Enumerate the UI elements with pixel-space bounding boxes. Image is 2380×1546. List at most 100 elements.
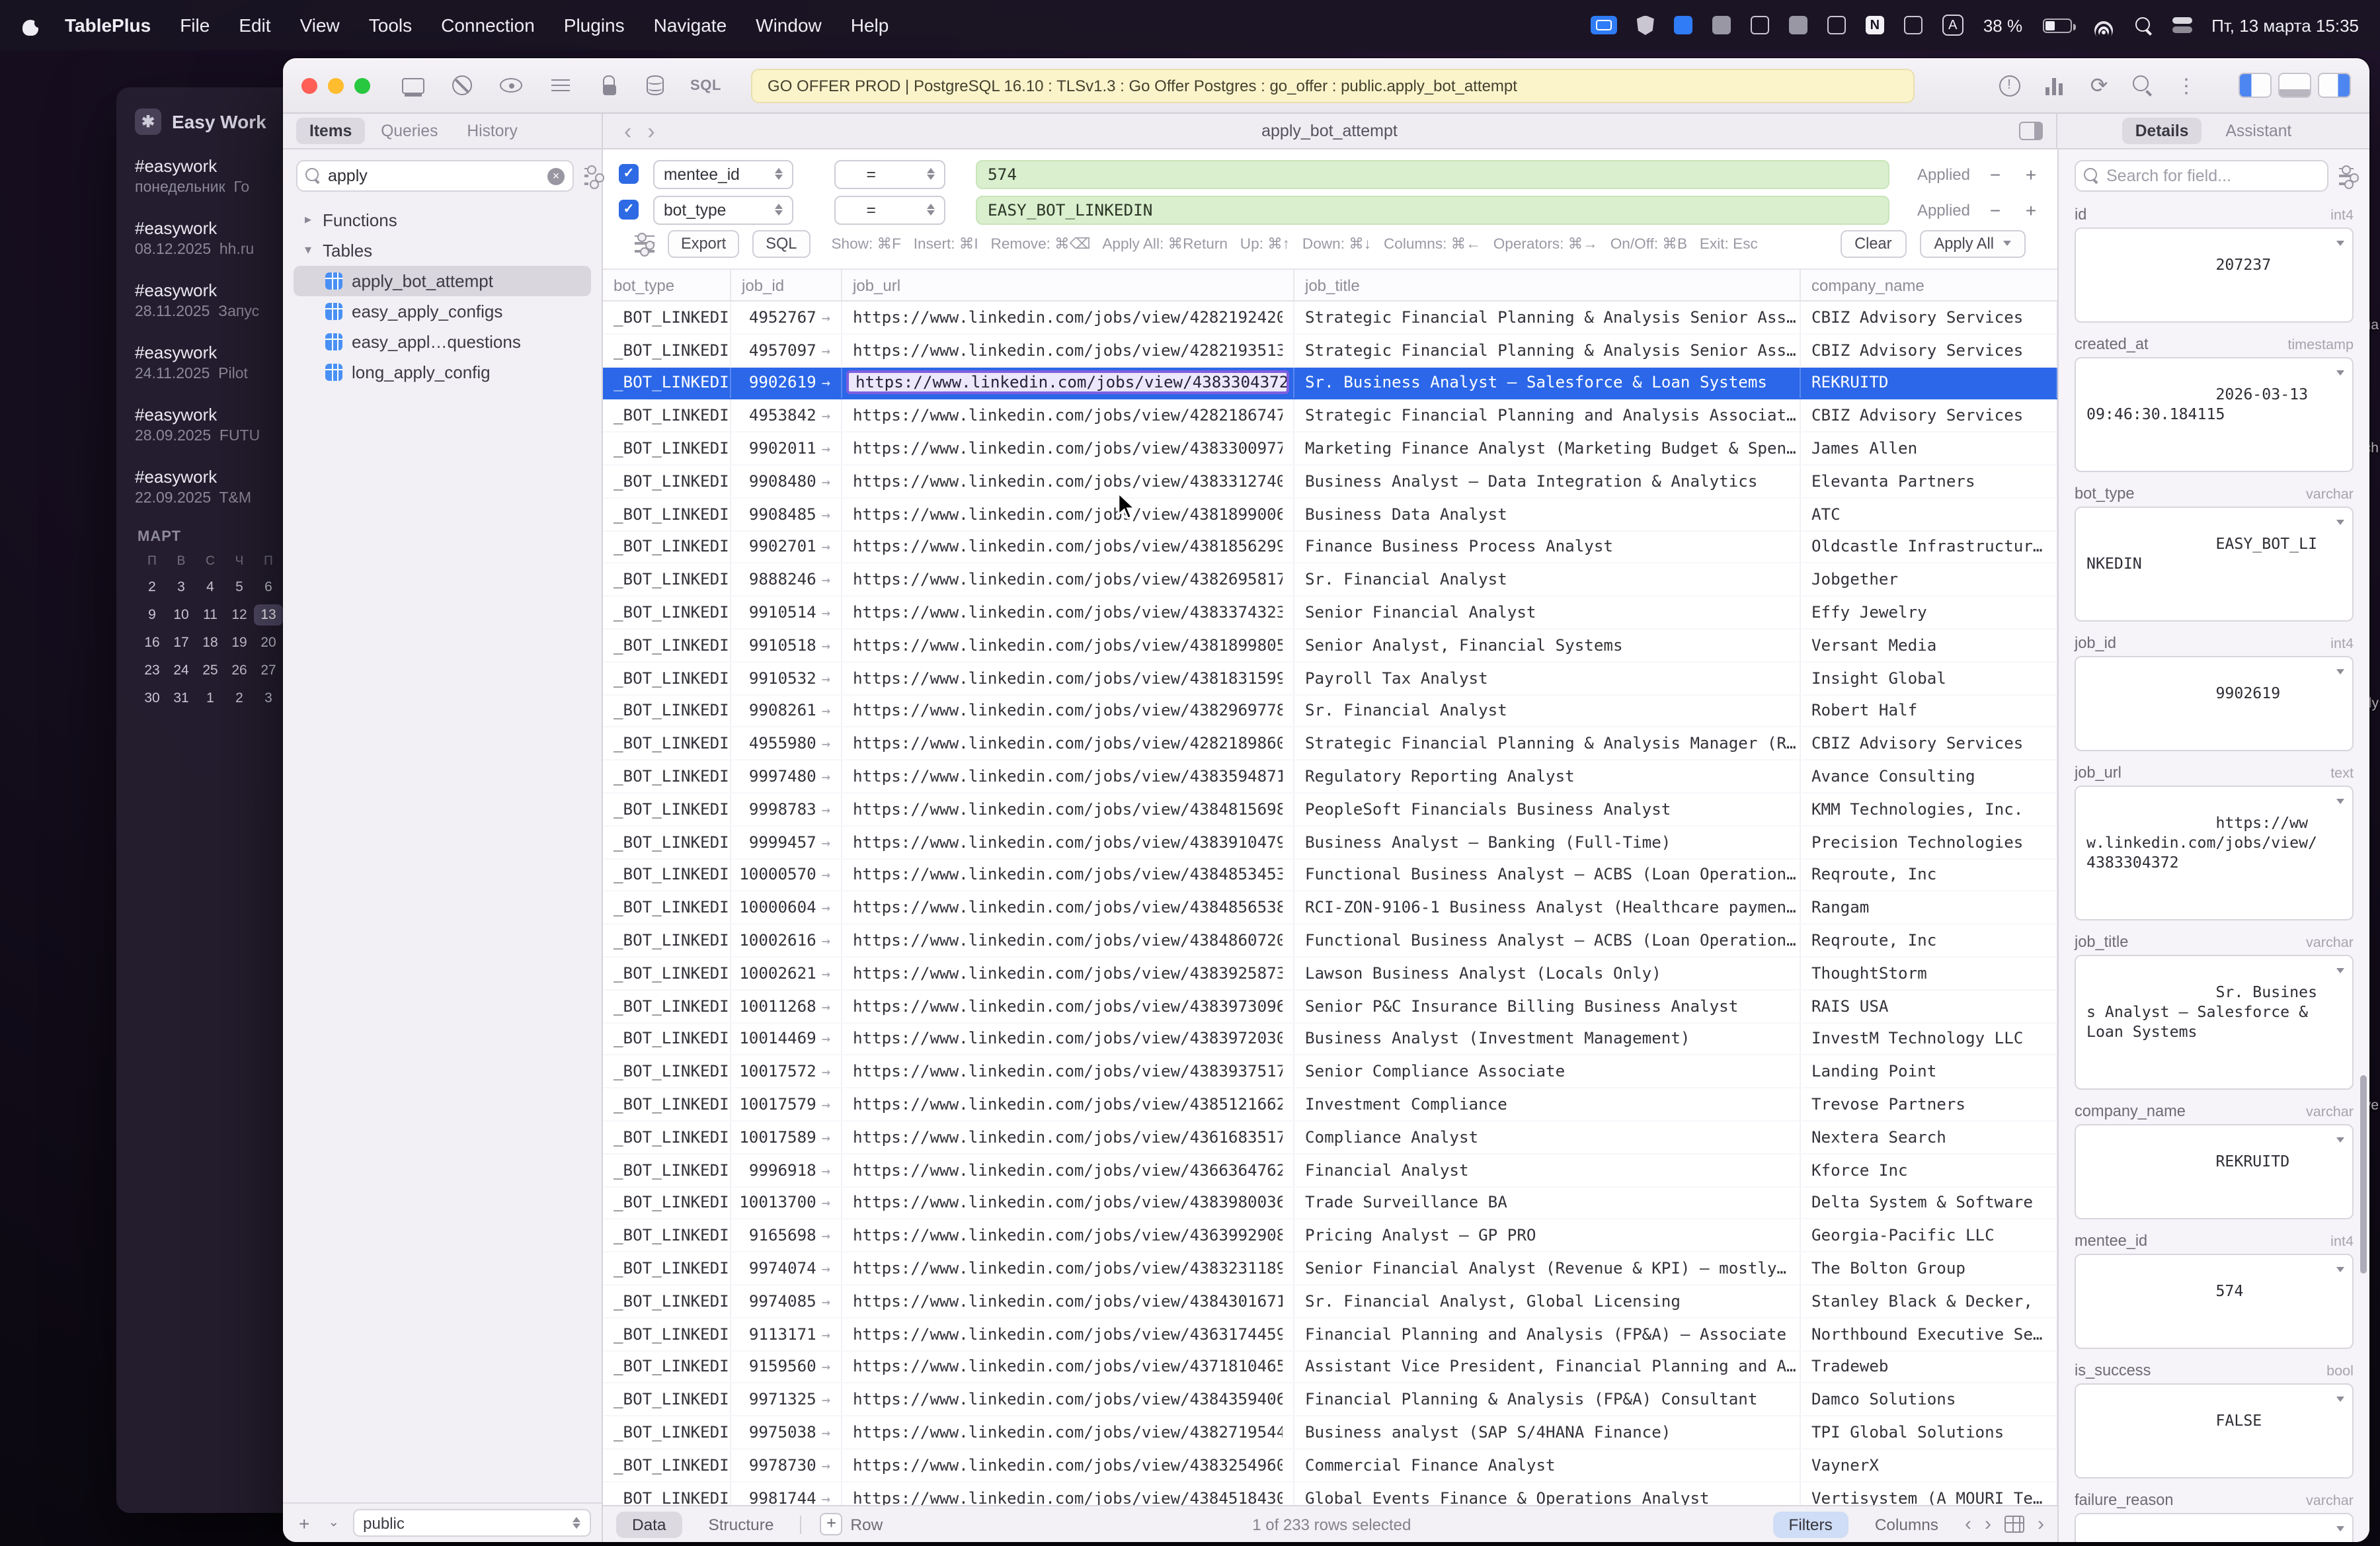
table-row[interactable]: _BOT_LINKEDIN 9910532 https://www.linked… (603, 663, 2057, 696)
sidebar-search-box[interactable]: × (296, 160, 574, 192)
fk-arrow-icon[interactable] (822, 964, 830, 983)
field-value-box[interactable]: NOT_CLICKABLE_EASY_APPLY (2075, 1513, 2354, 1542)
menubar-item[interactable]: Connection (441, 15, 535, 36)
sidebar-table-item[interactable]: long_apply_config (294, 357, 591, 387)
menubar-item[interactable]: Plugins (564, 15, 625, 36)
table-row[interactable]: _BOT_LINKEDIN 9888246 https://www.linked… (603, 564, 2057, 597)
fk-arrow-icon[interactable] (822, 1095, 830, 1114)
battery-icon[interactable] (2042, 18, 2071, 32)
clear-search-icon[interactable]: × (547, 167, 565, 184)
details-search-box[interactable] (2075, 160, 2328, 192)
column-header[interactable]: company_name (1801, 270, 2057, 300)
calendar-day[interactable]: 12 (225, 604, 254, 626)
fk-arrow-icon[interactable] (822, 1488, 830, 1505)
tree-group-tables[interactable]: ▾ Tables (294, 235, 591, 266)
menubar-item[interactable]: Edit (239, 15, 270, 36)
control-center-icon[interactable] (2172, 17, 2192, 34)
field-value-box[interactable]: Sr. Business Analyst – Salesforce & Loan… (2075, 955, 2354, 1090)
fk-arrow-icon[interactable] (822, 308, 830, 327)
table-row[interactable]: _BOT_LINKEDIN 4955980 https://www.linked… (603, 728, 2057, 761)
menubar-item[interactable]: Tools (369, 15, 412, 36)
close-window-button[interactable] (301, 77, 317, 93)
calendar-day[interactable]: 30 (138, 688, 167, 709)
apply-all-button[interactable]: Apply All (1920, 229, 2026, 257)
table-row[interactable]: _BOT_LINKEDIN 4957097 https://www.linked… (603, 335, 2057, 368)
calendar-day[interactable]: 6 (254, 577, 283, 598)
table-row[interactable]: _BOT_LINKEDIN 10002621 https://www.linke… (603, 957, 2057, 991)
menubar-item[interactable]: Navigate (654, 15, 727, 36)
menubar-item[interactable]: TablePlus (65, 15, 151, 36)
calendar-day[interactable]: 19 (225, 632, 254, 653)
table-row[interactable]: _BOT_LINKEDIN 4953842 https://www.linked… (603, 400, 2057, 433)
filter-settings-icon[interactable] (635, 235, 654, 252)
table-row[interactable]: _BOT_LINKEDIN 10000604 https://www.linke… (603, 892, 2057, 925)
fk-arrow-icon[interactable] (822, 538, 830, 556)
column-header[interactable]: bot_type (603, 270, 731, 300)
chart-icon[interactable] (2043, 76, 2065, 95)
add-row-button[interactable]: Row (812, 1513, 891, 1535)
calendar-day[interactable]: 13 (254, 604, 283, 626)
table-row[interactable]: _BOT_LINKEDIN 9902619 https://www.linked… (603, 367, 2057, 400)
table-row[interactable]: _BOT_LINKEDIN 9975038 https://www.linked… (603, 1416, 2057, 1449)
filter-enabled-checkbox[interactable] (619, 200, 639, 220)
table-row[interactable]: _BOT_LINKEDIN 9165698 https://www.linked… (603, 1220, 2057, 1253)
table-row[interactable]: _BOT_LINKEDIN 10000570 https://www.linke… (603, 859, 2057, 892)
details-search-input[interactable] (2106, 167, 2319, 185)
notion-icon[interactable]: N (1866, 16, 1884, 34)
details-scrollbar-thumb[interactable] (2360, 1075, 2367, 1274)
table-row[interactable]: _BOT_LINKEDIN 9902011 https://www.linked… (603, 432, 2057, 466)
field-value-box[interactable]: EASY_BOT_LINKEDIN (2075, 507, 2354, 622)
field-value-box[interactable]: REKRUITD (2075, 1124, 2354, 1219)
menubar-clock[interactable]: Пт, 13 марта 15:35 (2211, 15, 2359, 35)
minimize-window-button[interactable] (328, 77, 344, 93)
table-row[interactable]: _BOT_LINKEDIN 9159560 https://www.linked… (603, 1351, 2057, 1384)
fk-arrow-icon[interactable] (822, 1030, 830, 1048)
column-header[interactable]: job_title (1294, 270, 1801, 300)
sidebar-table-item[interactable]: easy_appl…questions (294, 327, 591, 357)
table-row[interactable]: _BOT_LINKEDIN 4952767 https://www.linked… (603, 302, 2057, 335)
data-tab-button[interactable]: Data (616, 1511, 682, 1537)
table-row[interactable]: _BOT_LINKEDIN 9908261 https://www.linked… (603, 695, 2057, 728)
add-item-button[interactable]: + (294, 1512, 315, 1533)
fk-arrow-icon[interactable] (822, 505, 830, 523)
sidebar-search-input[interactable] (328, 167, 541, 185)
field-value-box[interactable]: 9902619 (2075, 656, 2354, 751)
fk-arrow-icon[interactable] (822, 1160, 830, 1179)
field-value-box[interactable]: FALSE (2075, 1383, 2354, 1479)
calendar-day[interactable]: 9 (138, 604, 167, 626)
schema-select[interactable]: public (352, 1509, 591, 1537)
calendar-day[interactable]: 24 (167, 660, 196, 681)
fk-arrow-icon[interactable] (822, 1390, 830, 1408)
table-row[interactable]: _BOT_LINKEDIN 9910518 https://www.linked… (603, 630, 2057, 663)
disconnect-icon[interactable] (451, 75, 473, 96)
fk-arrow-icon[interactable] (822, 1194, 830, 1212)
column-header[interactable]: job_url (842, 270, 1294, 300)
calendar-day[interactable]: 4 (196, 577, 225, 598)
structure-tab-button[interactable]: Structure (693, 1511, 790, 1537)
fk-arrow-icon[interactable] (822, 1259, 830, 1278)
calendar-day[interactable]: 3 (167, 577, 196, 598)
screen-sharing-icon[interactable] (1591, 16, 1617, 34)
table-row[interactable]: _BOT_LINKEDIN 10017579 https://www.linke… (603, 1088, 2057, 1121)
table-row[interactable]: _BOT_LINKEDIN 9910514 https://www.linked… (603, 596, 2057, 630)
field-value-box[interactable]: 207237 (2075, 227, 2354, 323)
filter-operator-select[interactable]: = (834, 195, 945, 224)
sql-editor-icon[interactable]: SQL (690, 77, 721, 93)
rows-icon[interactable] (549, 75, 571, 96)
fk-arrow-icon[interactable] (822, 374, 830, 392)
table-row[interactable]: _BOT_LINKEDIN 9974074 https://www.linked… (603, 1252, 2057, 1285)
fk-arrow-icon[interactable] (822, 341, 830, 359)
keyboard-icon[interactable] (1789, 16, 1807, 34)
add-item-chevron-icon[interactable]: ⌄ (323, 1516, 344, 1530)
connection-badge[interactable]: GO OFFER PROD | PostgreSQL 16.10 : TLSv1… (750, 68, 1914, 102)
lock-icon[interactable] (598, 75, 620, 96)
field-value-box[interactable]: 2026-03-13 09:46:30.184115 (2075, 357, 2354, 472)
table-row[interactable]: _BOT_LINKEDIN 9902701 https://www.linked… (603, 531, 2057, 564)
search-icon[interactable] (2133, 75, 2153, 95)
menubar-item[interactable]: Help (851, 15, 889, 36)
camera-icon[interactable] (1712, 16, 1731, 34)
table-row[interactable]: _BOT_LINKEDIN 9996918 https://www.linked… (603, 1154, 2057, 1187)
table-row[interactable]: _BOT_LINKEDIN 10013700 https://www.linke… (603, 1187, 2057, 1220)
calendar-day[interactable]: 26 (225, 660, 254, 681)
page-next-icon[interactable]: › (1985, 1513, 1991, 1535)
